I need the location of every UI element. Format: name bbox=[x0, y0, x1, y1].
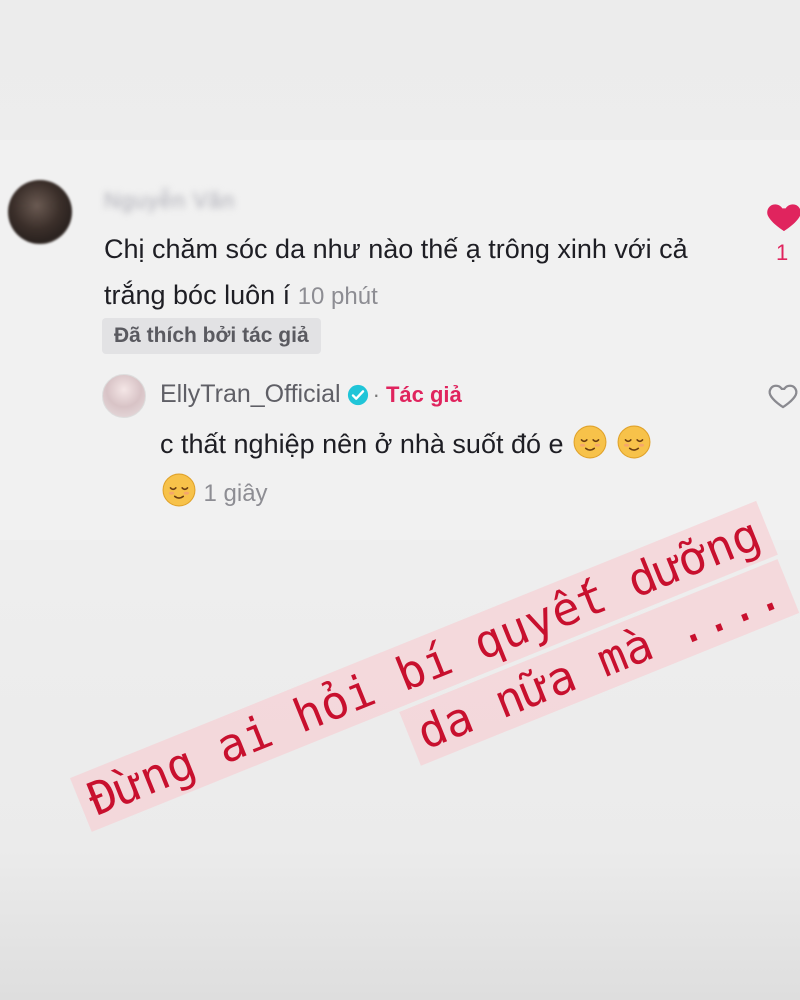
reply-text: c thất nghiệp nên ở nhà suốt đó e bbox=[160, 429, 564, 459]
heart-outline-icon[interactable] bbox=[766, 378, 800, 412]
separator-dot: · bbox=[372, 381, 380, 407]
comment-text: Chị chăm sóc da như nào thế ạ trông xinh… bbox=[104, 234, 688, 310]
relieved-face-icon bbox=[162, 473, 196, 507]
commenter-avatar[interactable] bbox=[8, 180, 72, 244]
reply-header: EllyTran_Official · Tác giả bbox=[160, 380, 462, 409]
reply-body: c thất nghiệp nên ở nhà suốt đó e 1 giây bbox=[160, 420, 760, 518]
relieved-face-icon bbox=[573, 425, 607, 459]
reply-avatar[interactable] bbox=[102, 374, 146, 418]
verified-badge-icon bbox=[347, 384, 368, 405]
liked-by-author-badge: Đã thích bởi tác giả bbox=[102, 318, 321, 354]
relieved-face-icon bbox=[617, 425, 651, 459]
author-tag: Tác giả bbox=[385, 381, 462, 407]
reply-timestamp: 1 giây bbox=[203, 480, 268, 507]
story-caption-sticker: Đừng ai hỏi bí quyết dưỡng da nữa mà ...… bbox=[60, 500, 799, 895]
comment-timestamp: 10 phút bbox=[297, 283, 378, 310]
reply-username[interactable]: EllyTran_Official bbox=[160, 380, 341, 409]
comment-body: Chị chăm sóc da như nào thế ạ trông xinh… bbox=[104, 226, 744, 320]
commenter-username[interactable]: Nguyễn Văn bbox=[104, 188, 235, 214]
like-count: 1 bbox=[776, 240, 789, 265]
heart-filled-icon[interactable] bbox=[764, 196, 800, 236]
